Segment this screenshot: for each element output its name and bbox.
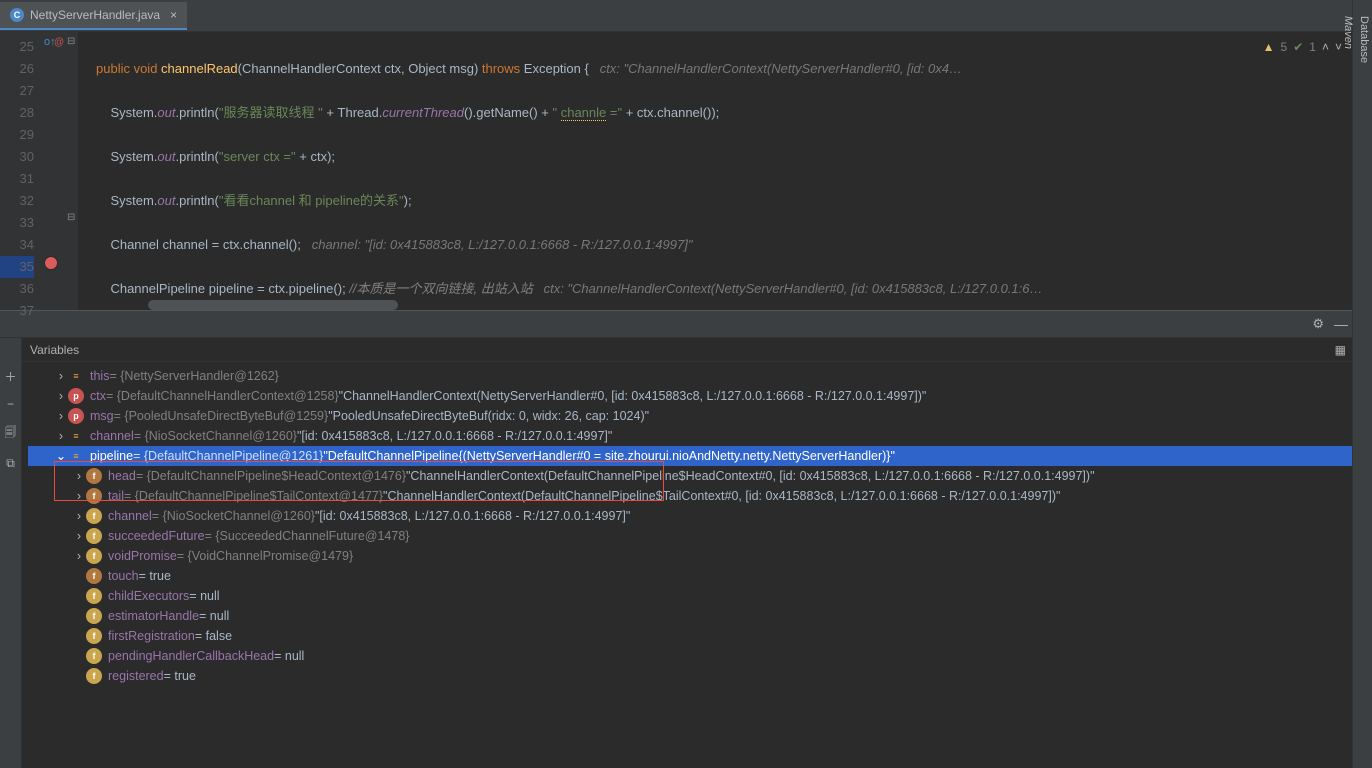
tree-row-registered[interactable]: f registered = true: [28, 666, 1372, 686]
tree-row-ctx[interactable]: ›p ctx = {DefaultChannelHandlerContext@1…: [28, 386, 1372, 406]
field-icon: f: [86, 668, 102, 684]
close-icon[interactable]: ×: [170, 8, 177, 22]
chevron-right-icon[interactable]: ›: [54, 366, 68, 386]
variables-title-bar: Variables ▦: [22, 338, 1372, 362]
breakpoint-icon[interactable]: [44, 256, 58, 270]
gear-icon[interactable]: ⚙: [1312, 316, 1324, 332]
add-icon[interactable]: ＋: [4, 368, 16, 385]
field-icon: f: [86, 648, 102, 664]
remove-icon[interactable]: −: [7, 397, 14, 411]
right-tool-sidebar: Database Maven: [1352, 0, 1372, 768]
implements-icon[interactable]: @: [54, 37, 64, 48]
field-icon: f: [86, 568, 102, 584]
debug-tool-header: ⚙ —: [0, 310, 1372, 338]
tab-filename: NettyServerHandler.java: [30, 8, 160, 22]
highlight-box: [54, 461, 664, 501]
sidebar-item-database[interactable]: Database: [1356, 8, 1372, 768]
horizontal-scrollbar[interactable]: [148, 300, 398, 310]
field-icon: f: [86, 588, 102, 604]
parameter-icon: p: [68, 388, 84, 404]
field-icon: f: [86, 628, 102, 644]
gutter-icons: o↑ @: [40, 32, 64, 310]
object-icon: ≡: [68, 428, 84, 444]
chevron-up-icon[interactable]: ˄: [1322, 36, 1329, 58]
code-area[interactable]: public void channelRead(ChannelHandlerCo…: [78, 32, 1372, 310]
tree-row-pendingHandlerCallbackHead[interactable]: f pendingHandlerCallbackHead = null: [28, 646, 1372, 666]
field-icon: f: [86, 548, 102, 564]
tree-row-childExecutors[interactable]: f childExecutors = null: [28, 586, 1372, 606]
debug-side-toolbar: ＋ − 🗐 ⧉: [0, 338, 22, 768]
tree-row-channel[interactable]: ›≡ channel = {NioSocketChannel@1260} "[i…: [28, 426, 1372, 446]
tree-row-pipeline-channel[interactable]: ›f channel = {NioSocketChannel@1260} "[i…: [28, 506, 1372, 526]
variables-tree[interactable]: › ≡ this = {NettyServerHandler@1262} ›p …: [22, 362, 1372, 686]
parameter-icon: p: [68, 408, 84, 424]
tree-row-msg[interactable]: ›p msg = {PooledUnsafeDirectByteBuf@1259…: [28, 406, 1372, 426]
tree-row-succeededFuture[interactable]: ›f succeededFuture = {SucceededChannelFu…: [28, 526, 1372, 546]
field-icon: f: [86, 528, 102, 544]
variables-title: Variables: [30, 343, 79, 357]
object-icon: ≡: [68, 368, 84, 384]
line-gutter: 252627 282930 313233 343536 37: [0, 32, 40, 310]
inspection-badges[interactable]: ▲5 ✔1 ˄ ˅: [1263, 36, 1342, 58]
sidebar-item-maven[interactable]: Maven: [1340, 8, 1356, 768]
tree-row-voidPromise[interactable]: ›f voidPromise = {VoidChannelPromise@147…: [28, 546, 1372, 566]
editor-tab[interactable]: C NettyServerHandler.java ×: [0, 2, 187, 30]
tree-row-this[interactable]: › ≡ this = {NettyServerHandler@1262}: [28, 366, 1372, 386]
link-icon[interactable]: ⧉: [6, 456, 15, 471]
warning-icon: ▲: [1263, 36, 1275, 58]
editor-tab-bar: C NettyServerHandler.java ×: [0, 0, 1372, 32]
fold-handle-icon[interactable]: ⊟: [67, 212, 75, 223]
code-editor[interactable]: 252627 282930 313233 343536 37 o↑ @ ⊟ ⊟ …: [0, 32, 1372, 310]
check-icon: ✔: [1293, 36, 1303, 58]
copy-icon[interactable]: 🗐: [5, 423, 17, 444]
tree-row-firstRegistration[interactable]: f firstRegistration = false: [28, 626, 1372, 646]
field-icon: f: [86, 608, 102, 624]
tree-row-estimatorHandle[interactable]: f estimatorHandle = null: [28, 606, 1372, 626]
fold-column[interactable]: ⊟ ⊟: [64, 32, 78, 310]
field-icon: f: [86, 508, 102, 524]
tree-row-touch[interactable]: f touch = true: [28, 566, 1372, 586]
java-class-icon: C: [10, 8, 24, 22]
fold-handle-icon[interactable]: ⊟: [67, 36, 75, 47]
